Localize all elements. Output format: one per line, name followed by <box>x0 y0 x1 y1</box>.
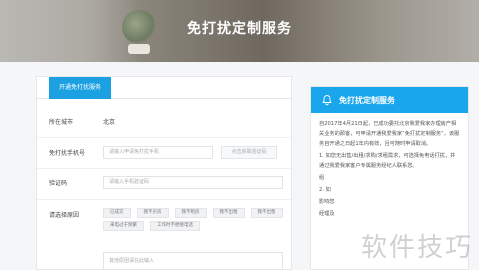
reason-chip[interactable]: 工作时不便接电话 <box>150 221 200 231</box>
verify-code-input[interactable]: 请输入手机验证码 <box>103 176 283 189</box>
phone-label: 免打扰手机号 <box>49 150 86 157</box>
phone-row: 免打扰手机号 请输入申请免打扰手机 点击获取验证码 <box>49 146 277 159</box>
notice-title: 免打扰定制服务 <box>339 95 395 105</box>
banner: 免打扰定制服务 <box>0 0 479 62</box>
city-value: 北京 <box>103 119 116 126</box>
reason-chip[interactable]: 已成交 <box>103 208 131 218</box>
reason-chip[interactable]: 我不租房 <box>174 208 207 218</box>
city-row: 所在城市 北京 <box>49 117 115 126</box>
notice-paragraph: 组 <box>319 175 325 181</box>
reason-chip[interactable]: 来电过于频繁 <box>103 221 144 231</box>
phone-input[interactable]: 请输入申请免打扰手机 <box>103 146 213 159</box>
verify-label: 验证码 <box>49 180 68 187</box>
divider <box>37 137 291 138</box>
divider <box>37 199 291 200</box>
page-title: 免打扰定制服务 <box>187 21 292 37</box>
divider <box>37 168 291 169</box>
tab-strip: 开通免打扰服务 <box>37 77 291 99</box>
reason-row: 请选择原因 已成交 我不买房 我不租房 我不出租 我不出售 来电过于频繁 工作时… <box>49 208 293 231</box>
bell-icon <box>322 95 332 106</box>
reason-chip[interactable]: 我不买房 <box>136 208 169 218</box>
reason-chip[interactable]: 我不出售 <box>250 208 283 218</box>
reason-chip[interactable]: 我不出租 <box>212 208 245 218</box>
notice-paragraph: 自2017年4月21日起，已成功委托北京我爱我家办理房产相关业务的顾客，可申请开… <box>319 121 460 147</box>
other-reason-textarea[interactable]: 其他原因请在此输入 <box>103 252 283 270</box>
get-code-button[interactable]: 点击获取验证码 <box>221 146 277 159</box>
banner-stool-image <box>128 44 150 54</box>
notice-body: 自2017年4月21日起，已成功委托北京我爱我家办理房产相关业务的顾客，可申请开… <box>311 113 468 219</box>
notice-paragraph: 1. 如您无出售/出租/求购/求租需求，可选择免电话打扰，并通过我爱我家客户专属… <box>319 153 456 169</box>
service-form: 开通免打扰服务 所在城市 北京 免打扰手机号 请输入申请免打扰手机 点击获取验证… <box>36 76 292 270</box>
notice-paragraph: 经理及 <box>319 211 335 217</box>
notice-paragraph: 影响您 <box>319 199 335 205</box>
verify-row: 验证码 请输入手机验证码 <box>49 176 283 189</box>
reason-label: 请选择原因 <box>49 212 80 219</box>
tab-open-service[interactable]: 开通免打扰服务 <box>49 77 111 99</box>
notice-paragraph: 2. 如 <box>319 187 331 193</box>
city-label: 所在城市 <box>49 119 74 126</box>
watermark: 软件技巧 <box>360 233 473 263</box>
reason-chips: 已成交 我不买房 我不租房 我不出租 我不出售 来电过于频繁 工作时不便接电话 <box>103 208 293 231</box>
notice-header: 免打扰定制服务 <box>311 87 468 113</box>
